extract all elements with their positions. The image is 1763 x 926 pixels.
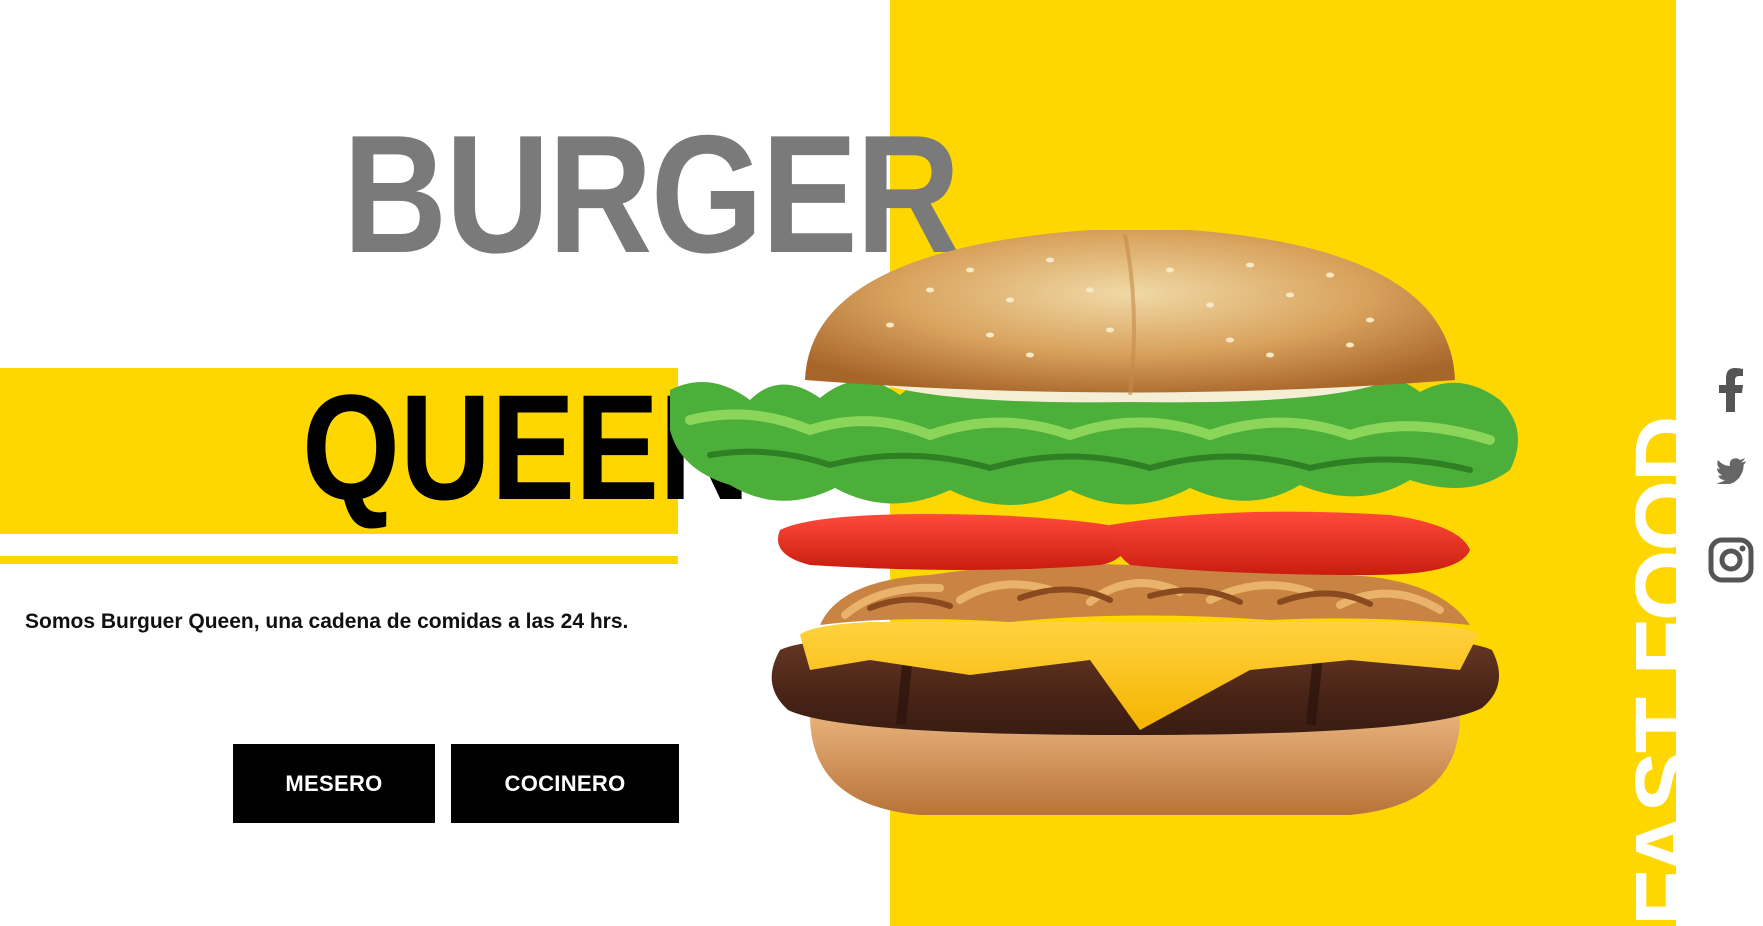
brand-title-queen: QUEEN [302,363,751,531]
instagram-icon[interactable] [1707,530,1755,590]
twitter-icon[interactable] [1707,448,1755,494]
mesero-button[interactable]: MESERO [233,744,435,823]
brand-underline [0,556,678,564]
tagline: Somos Burguer Queen, una cadena de comid… [25,610,629,633]
cocinero-button[interactable]: COCINERO [451,744,679,823]
brand-title-burger: BURGER [342,100,961,288]
facebook-icon[interactable] [1707,360,1755,420]
burger-image [670,227,1590,830]
